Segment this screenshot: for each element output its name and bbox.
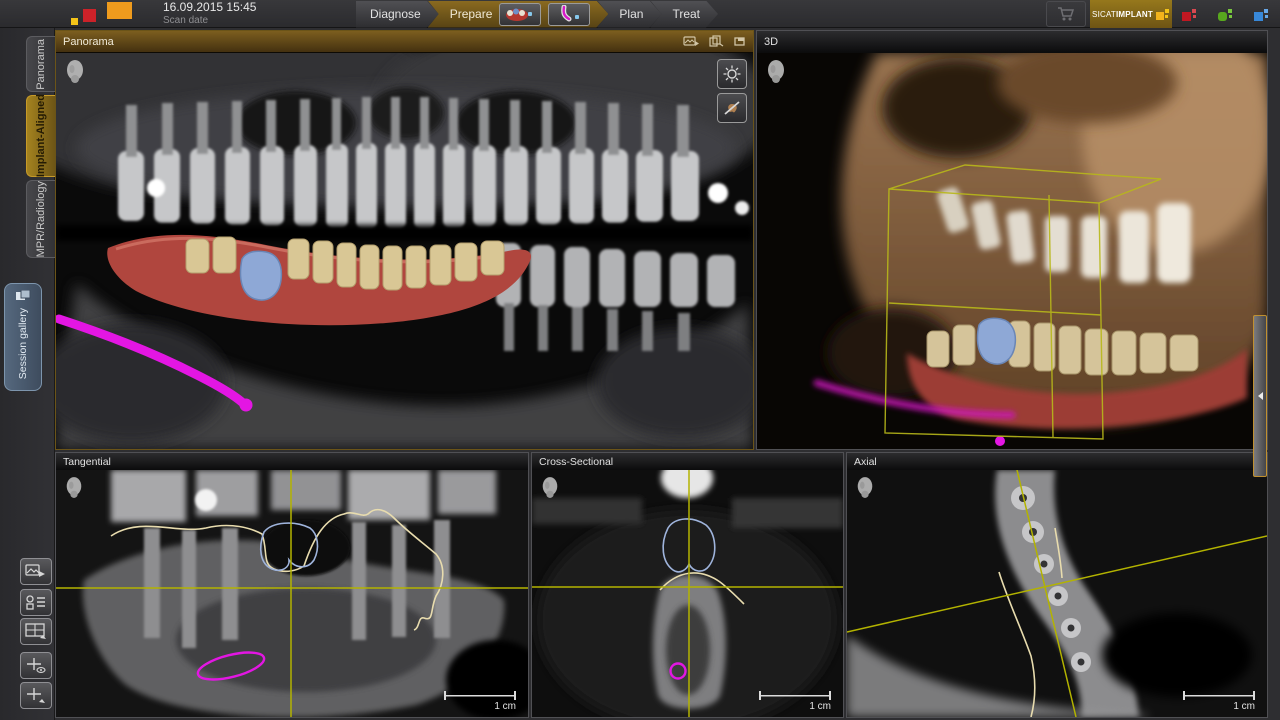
import-optical-impressions-button[interactable]: [499, 3, 541, 26]
scale-bar-line: [759, 691, 831, 700]
workflow-bar: Diagnose Prepare: [356, 0, 718, 28]
collapse-left-arrow-icon: [1258, 392, 1263, 400]
workflow-step-diagnose[interactable]: Diagnose: [356, 1, 439, 28]
cross-sectional-pane-header: Cross-Sectional: [532, 453, 843, 470]
workflow-tab-panorama[interactable]: Panorama: [26, 36, 55, 92]
reset-layout-button[interactable]: [20, 618, 52, 645]
application-switcher: SICATIMPLANT: [1042, 0, 1280, 28]
scan-datetime: 16.09.2015 15:45: [163, 1, 256, 14]
orientation-head-icon: [64, 59, 86, 85]
implant-app-squares-icon: [1156, 6, 1170, 22]
mark-mandibular-canal-button[interactable]: [548, 3, 590, 26]
crosshair-reset-icon: [25, 687, 47, 704]
axial-pane-title: Axial: [854, 456, 877, 468]
tangential-viewport[interactable]: 1 cm: [56, 470, 528, 717]
pane-screenshot-icon[interactable]: [683, 35, 700, 48]
scan-info: 16.09.2015 15:45 Scan date: [163, 1, 256, 27]
cross-sectional-slice-image: [532, 470, 843, 717]
sun-icon: [723, 65, 741, 83]
scale-bar-line: [444, 691, 516, 700]
copy-view-button[interactable]: [20, 589, 52, 616]
brand-prefix: SICAT: [1092, 10, 1116, 19]
workflow-tab-implant-aligned[interactable]: Implant-Aligned: [26, 95, 55, 177]
reset-layout-icon: [25, 623, 47, 640]
axial-pane-header: Axial: [847, 453, 1267, 470]
scale-bar: 1 cm: [444, 691, 516, 712]
scale-bar-label: 1 cm: [1183, 701, 1255, 712]
3d-pane-title: 3D: [764, 36, 778, 48]
scale-bar: 1 cm: [1183, 691, 1255, 712]
orientation-head-icon: [765, 59, 787, 85]
hide-objects-button[interactable]: [717, 93, 747, 123]
save-screenshot-button[interactable]: [20, 558, 52, 585]
gallery-icon: [15, 290, 31, 302]
sicat-logo-icon: [70, 1, 152, 27]
nerve-canal-plus-icon: [552, 5, 586, 24]
scan-date-label: Scan date: [163, 14, 256, 27]
orientation-head-icon: [855, 476, 875, 500]
copy-to-clipboard-icon: [25, 594, 47, 611]
3d-pane: 3D: [756, 30, 1268, 450]
hide-objects-icon: [723, 99, 741, 117]
panorama-xray-image: [56, 53, 753, 449]
sicat-implant-window: 16.09.2015 15:45 Scan date Diagnose Prep…: [0, 0, 1280, 720]
panorama-pane: Panorama: [55, 30, 754, 450]
tangential-anatomy: [83, 470, 528, 717]
brightness-contrast-button[interactable]: [717, 59, 747, 89]
left-sidebar: Panorama Implant-Aligned MPR/Radiology S…: [0, 28, 55, 720]
top-toolbar: 16.09.2015 15:45 Scan date Diagnose Prep…: [0, 0, 1280, 28]
cross-sectional-pane: Cross-Sectional: [531, 452, 844, 718]
shop-button[interactable]: [1046, 1, 1086, 27]
tangential-pane-title: Tangential: [63, 456, 111, 468]
active-app-sicat-implant[interactable]: SICATIMPLANT: [1090, 0, 1172, 28]
axial-viewport[interactable]: 1 cm: [847, 470, 1267, 717]
cross-sectional-viewport[interactable]: 1 cm: [532, 470, 843, 717]
screenshot-export-icon: [25, 563, 47, 580]
3d-pane-header: 3D: [757, 31, 1267, 53]
3d-volume-render: [757, 53, 1267, 449]
planned-implant-crown-3d[interactable]: [978, 318, 1016, 364]
axial-pane: Axial: [846, 452, 1268, 718]
orientation-head-icon: [64, 476, 84, 500]
pane-copy-icon[interactable]: [709, 35, 724, 48]
axial-slice-image: [847, 470, 1267, 717]
panorama-viewport[interactable]: [56, 53, 753, 449]
session-gallery-tab[interactable]: Session gallery: [4, 283, 42, 391]
brand-suffix: IMPLANT: [1116, 10, 1153, 19]
scale-bar-label: 1 cm: [759, 701, 831, 712]
orientation-head-icon: [540, 476, 560, 500]
workflow-tab-mpr-radiology[interactable]: MPR/Radiology: [26, 180, 55, 258]
dental-arch-plus-icon: [503, 5, 537, 24]
app-blue-button[interactable]: [1244, 0, 1280, 28]
cart-icon: [1057, 6, 1075, 22]
reset-crosshairs-button[interactable]: [20, 682, 52, 709]
scale-bar-line: [1183, 691, 1255, 700]
cross-sectional-pane-title: Cross-Sectional: [539, 456, 613, 468]
app-green-squares-icon: [1217, 6, 1235, 22]
app-red-button[interactable]: [1172, 0, 1208, 28]
toggle-crosshairs-button[interactable]: [20, 652, 52, 679]
planned-implant-crown[interactable]: [241, 251, 282, 300]
3d-viewport[interactable]: [757, 53, 1267, 449]
panorama-pane-title: Panorama: [63, 36, 114, 48]
app-blue-squares-icon: [1253, 6, 1271, 22]
tangential-slice-image: [56, 470, 528, 717]
crosshair-eye-icon: [25, 657, 47, 674]
workflow-step-prepare[interactable]: Prepare: [428, 1, 609, 28]
scale-bar-label: 1 cm: [444, 701, 516, 712]
tangential-pane-header: Tangential: [56, 453, 528, 470]
tangential-pane: Tangential: [55, 452, 529, 718]
panorama-pane-header: Panorama: [56, 31, 753, 53]
app-green-button[interactable]: [1208, 0, 1244, 28]
app-red-squares-icon: [1181, 6, 1199, 22]
scale-bar: 1 cm: [759, 691, 831, 712]
object-bar-expander[interactable]: [1253, 315, 1267, 477]
pane-maximize-icon[interactable]: [733, 36, 746, 47]
